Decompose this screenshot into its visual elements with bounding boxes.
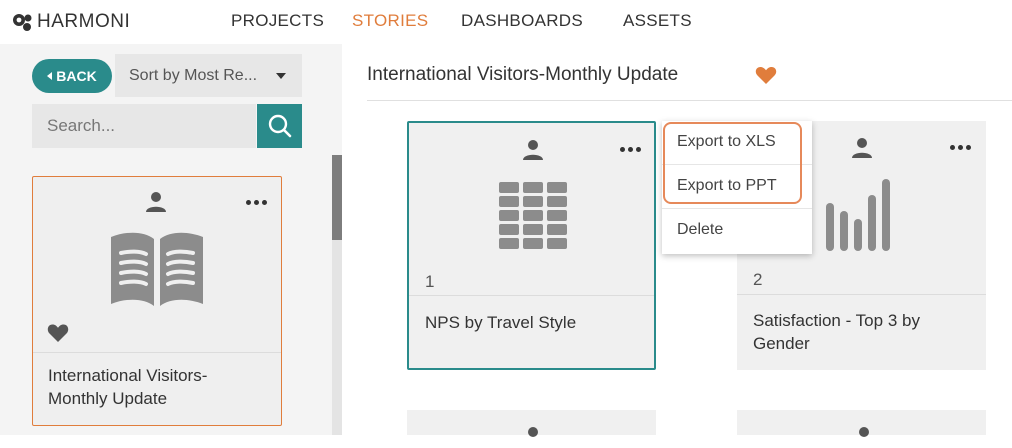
story-tile-3[interactable] xyxy=(407,410,656,437)
logo-icon xyxy=(13,14,32,31)
book-icon xyxy=(111,232,203,306)
story-card-title-line1: International Visitors- xyxy=(48,366,208,385)
tile-title-line2: Gender xyxy=(753,334,810,353)
caret-down-icon xyxy=(276,73,286,79)
sort-dropdown-label: Sort by Most Re... xyxy=(129,66,258,84)
tile-divider xyxy=(409,295,654,296)
page-title: International Visitors-Monthly Update xyxy=(367,64,678,86)
story-tile-1[interactable]: 1 NPS by Travel Style xyxy=(407,121,656,370)
search-button[interactable] xyxy=(257,104,302,148)
menu-delete[interactable]: Delete xyxy=(662,210,812,250)
export-options-highlight xyxy=(663,122,802,204)
card-divider xyxy=(33,352,281,353)
sort-dropdown[interactable]: Sort by Most Re... xyxy=(115,54,302,97)
top-nav-bar: HARMONI PROJECTS STORIES DASHBOARDS ASSE… xyxy=(0,0,1012,44)
favorite-heart-icon[interactable] xyxy=(755,66,777,85)
owner-user-icon xyxy=(852,138,872,158)
brand-name: HARMONI xyxy=(37,11,131,32)
tile-title: NPS by Travel Style xyxy=(425,313,577,332)
scrollbar-thumb[interactable] xyxy=(332,155,342,240)
owner-user-icon xyxy=(859,427,869,437)
tile-number: 1 xyxy=(425,272,435,291)
owner-user-icon xyxy=(528,427,538,437)
nav-projects[interactable]: PROJECTS xyxy=(231,11,324,31)
table-icon xyxy=(499,182,567,249)
chevron-left-icon xyxy=(47,72,53,80)
owner-user-icon xyxy=(523,140,543,160)
more-options-icon[interactable] xyxy=(620,147,641,152)
story-card[interactable]: International Visitors- Monthly Update xyxy=(32,176,282,426)
back-button-label: BACK xyxy=(56,68,97,84)
harmoni-logo[interactable]: HARMONI xyxy=(12,10,130,34)
nav-dashboards[interactable]: DASHBOARDS xyxy=(461,11,583,31)
search-icon xyxy=(268,114,291,138)
title-divider xyxy=(367,100,1012,101)
tile-title-line1: Satisfaction - Top 3 by xyxy=(753,311,920,330)
nav-assets[interactable]: ASSETS xyxy=(623,11,692,31)
owner-user-icon xyxy=(146,192,166,212)
bar-chart-icon xyxy=(826,179,890,251)
sidebar-scrollbar[interactable] xyxy=(332,155,342,435)
more-options-icon[interactable] xyxy=(246,200,267,205)
story-tile-4[interactable] xyxy=(737,410,986,437)
tile-divider xyxy=(737,294,986,295)
search-input[interactable] xyxy=(32,104,256,148)
tile-number: 2 xyxy=(753,270,763,289)
page-title-text: International Visitors-Monthly Update xyxy=(367,64,679,85)
nav-stories[interactable]: STORIES xyxy=(352,11,428,31)
story-card-title: International Visitors- Monthly Update xyxy=(48,364,207,410)
menu-separator xyxy=(662,208,812,209)
more-options-icon[interactable] xyxy=(950,145,971,150)
heart-icon[interactable] xyxy=(47,323,69,343)
tile-title: Satisfaction - Top 3 by Gender xyxy=(753,309,920,355)
back-button[interactable]: BACK xyxy=(32,59,112,93)
story-card-title-line2: Monthly Update xyxy=(48,389,168,408)
